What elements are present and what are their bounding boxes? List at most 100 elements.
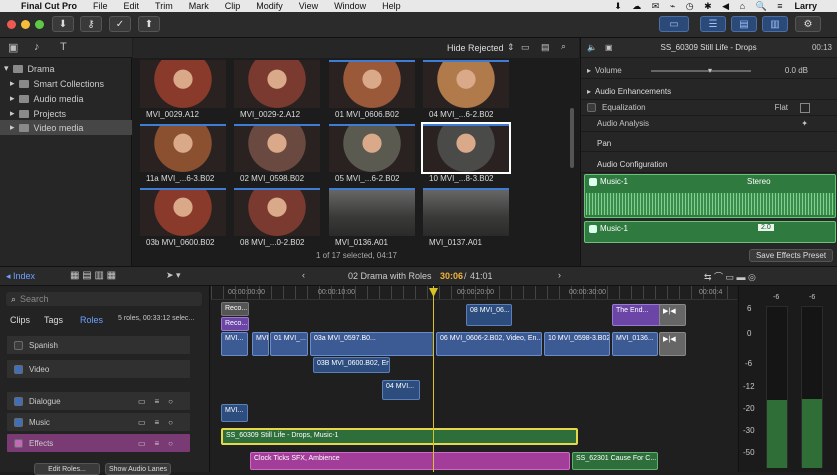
share-button[interactable]: ⬆ — [138, 16, 160, 32]
search-input[interactable]: ⌕ Search — [6, 292, 202, 306]
audio-enhancements-row[interactable]: ▸ Audio Enhancements — [581, 84, 837, 100]
browser-toggle-button[interactable]: ▭ — [659, 16, 689, 32]
photos-icon[interactable]: ♪ — [34, 41, 40, 53]
inspector-toggle-button[interactable]: ▤ — [731, 16, 757, 32]
role-checkbox[interactable] — [14, 340, 23, 350]
music-1-checkbox[interactable] — [589, 178, 597, 186]
show-audio-lanes-button[interactable]: Show Audio Lanes — [105, 463, 171, 475]
speaker-icon[interactable]: 🔈 — [587, 43, 597, 52]
lane-controls-icon[interactable]: ▭≡○ — [138, 418, 182, 427]
save-effects-preset-button[interactable]: Save Effects Preset — [749, 249, 833, 262]
menu-window[interactable]: Window — [334, 1, 366, 11]
sidebar-item-video-media[interactable]: ▸ Video media — [0, 120, 132, 135]
zoom-button[interactable] — [35, 20, 44, 29]
lane-controls-icon[interactable]: ▭≡○ — [138, 439, 182, 448]
magic-wand-icon[interactable]: ✦ — [801, 119, 808, 128]
forward-icon[interactable]: › — [558, 270, 561, 280]
audio-configuration-row[interactable]: Audio Configuration — [581, 157, 837, 173]
clip-mvi-0136[interactable]: MVI_0136... — [612, 332, 658, 356]
menu-modify[interactable]: Modify — [256, 1, 283, 11]
role-checkbox[interactable] — [14, 417, 23, 427]
music-1-channel[interactable]: Music-1 Stereo — [584, 174, 836, 218]
arrow-tool-icon[interactable]: ➤ ▾ — [166, 270, 181, 281]
clip-recording-1[interactable]: Reco... — [221, 302, 249, 316]
filmstrip-icon[interactable]: ▤ — [541, 42, 550, 53]
clip-mvi-1[interactable]: MVI... — [221, 332, 248, 356]
clip-cause-for[interactable]: SS_62301 Cause For C... — [572, 452, 658, 470]
sidebar-item-smart-collections[interactable]: ▸ Smart Collections — [0, 76, 132, 91]
sidebar-item-projects[interactable]: ▸ Projects — [0, 106, 132, 121]
clip-mvi-3[interactable]: MVI... — [221, 404, 248, 422]
role-checkbox[interactable] — [14, 364, 23, 374]
volume-slider[interactable] — [651, 70, 751, 72]
role-checkbox[interactable] — [14, 396, 23, 406]
scrollbar[interactable] — [570, 108, 574, 168]
browser-clip[interactable]: 10 MVI_...8-3.B02 — [421, 122, 511, 184]
tab-roles[interactable]: Roles — [80, 315, 103, 325]
role-dialogue[interactable]: Dialogue ▭≡○ — [7, 392, 190, 410]
back-icon[interactable]: ‹ — [302, 270, 305, 280]
settings-button[interactable]: ⚙ — [795, 16, 821, 32]
keyword-button[interactable]: ⚷ — [80, 16, 102, 32]
role-music[interactable]: Music ▭≡○ — [7, 413, 190, 431]
browser-clip[interactable]: MVI_0029.A12 — [140, 60, 226, 120]
browser-clip[interactable]: MVI_0137.A01 — [423, 188, 509, 248]
menu-trim[interactable]: Trim — [155, 1, 173, 11]
sidebar-item-audio-media[interactable]: ▸ Audio media — [0, 91, 132, 106]
browser-clip[interactable]: 02 MVI_0598.B02 — [234, 124, 320, 184]
clip-still-life-drops[interactable]: SS_60309 Still Life - Drops, Music-1 — [221, 428, 578, 445]
stereo-dropdown[interactable]: Stereo — [747, 177, 771, 186]
eq-graph-button[interactable] — [800, 102, 810, 113]
role-effects[interactable]: Effects ▭≡○ — [7, 434, 190, 452]
tab-tags[interactable]: Tags — [44, 315, 63, 325]
lane-controls-icon[interactable]: ▭≡○ — [138, 397, 182, 406]
minimize-button[interactable] — [21, 20, 30, 29]
eq-dropdown[interactable]: Flat — [775, 103, 788, 112]
role-video[interactable]: Video — [7, 360, 190, 378]
clip-10-mvi[interactable]: 10 MVI_0598-3.B02... — [544, 332, 610, 356]
titles-icon[interactable]: T — [60, 41, 67, 53]
menu-clip[interactable]: Clip — [225, 1, 241, 11]
clip-04-mvi[interactable]: 04 MVI... — [382, 380, 420, 400]
close-button[interactable] — [7, 20, 16, 29]
browser-clip[interactable]: MVI_0136.A01 — [329, 188, 415, 248]
background-tasks-button[interactable]: ✓ — [109, 16, 131, 32]
inspector-tab-info[interactable]: ▣ — [605, 43, 613, 52]
menu-help[interactable]: Help — [382, 1, 401, 11]
pan-row[interactable]: Pan — [581, 136, 837, 152]
audio-meter-toggle-button[interactable]: ▥ — [762, 16, 788, 32]
clip-marker-2[interactable]: ▶|◀ — [659, 332, 686, 356]
clip-recording-2[interactable]: Reco... — [221, 317, 249, 331]
libraries-icon[interactable]: ▣ — [8, 41, 18, 54]
menu-view[interactable]: View — [299, 1, 318, 11]
music-1-sub-channel[interactable]: Music-1 2.0 — [584, 221, 836, 243]
timeline-toggle-button[interactable]: ☰ — [700, 16, 726, 32]
clip-06-mvi[interactable]: 06 MVI_0606-2.B02, Video, En... — [436, 332, 542, 356]
tab-clips[interactable]: Clips — [10, 315, 30, 325]
menu-mark[interactable]: Mark — [189, 1, 209, 11]
filter-dropdown[interactable]: Hide Rejected — [447, 43, 504, 53]
browser-clip[interactable]: 11a MVI_...6-3.B02 — [140, 124, 226, 184]
clip-appearance-icon[interactable]: ▦ ▤ ▥ ▦ — [70, 270, 116, 281]
library-drama[interactable]: ▾ Drama — [0, 61, 132, 76]
clip-clock-ticks[interactable]: Clock Ticks SFX, Ambience — [250, 452, 570, 470]
playhead[interactable] — [433, 286, 434, 472]
role-checkbox[interactable] — [14, 438, 23, 448]
browser-clip[interactable]: 05 MVI_...6-2.B02 — [329, 124, 415, 184]
index-button[interactable]: ◂ Index — [6, 271, 35, 282]
menu-edit[interactable]: Edit — [124, 1, 140, 11]
browser-clip[interactable]: 08 MVI_...0-2.B02 — [234, 188, 320, 248]
timeline-controls-icon[interactable]: ⇆ ⌒ ▭ ▬ ◎ — [704, 270, 756, 283]
user-name[interactable]: Larry — [794, 1, 817, 11]
browser-clip[interactable]: 01 MVI_0606.B02 — [329, 60, 415, 120]
clip-03b-mvi[interactable]: 03B MVI_0600.B02, En... — [313, 357, 390, 373]
app-menu[interactable]: Final Cut Pro — [21, 1, 77, 11]
music-1-sub-checkbox[interactable] — [589, 225, 597, 233]
import-button[interactable]: ⬇ — [52, 16, 74, 32]
clip-appearance-icon[interactable]: ▭ — [521, 42, 530, 53]
browser-clip[interactable]: 04 MVI_...6-2.B02 — [423, 60, 509, 120]
clip-marker[interactable]: ▶|◀ — [659, 304, 686, 326]
role-spanish[interactable]: Spanish — [7, 336, 190, 354]
clip-mvi-2[interactable]: MVI... — [252, 332, 269, 356]
clip-03a-mvi[interactable]: 03a MVI_0597.B0... — [310, 332, 434, 356]
